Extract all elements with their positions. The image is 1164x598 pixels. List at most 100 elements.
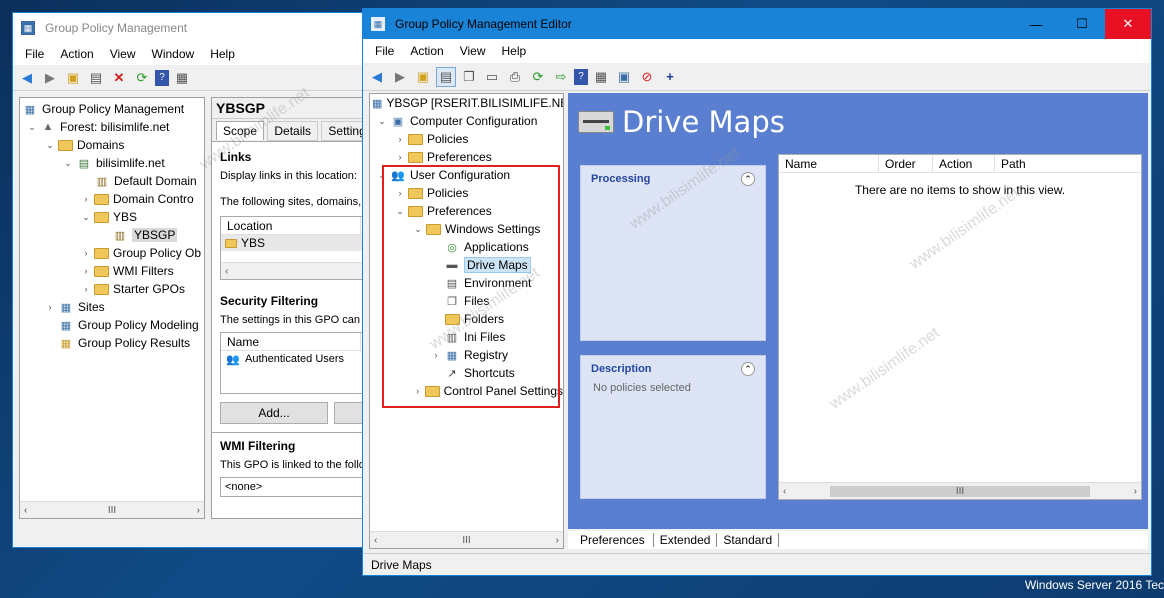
tree-domain[interactable]: ⌄ ▤ bilisimlife.net <box>20 154 204 172</box>
security-row[interactable]: 👥 Authenticated Users <box>221 351 383 367</box>
tab-standard[interactable]: Standard <box>717 533 780 547</box>
add-button[interactable]: Add... <box>220 402 328 424</box>
scroll-right-icon[interactable]: › <box>556 535 559 546</box>
expand-icon[interactable]: › <box>44 301 56 313</box>
tree-default-domain[interactable]: ▥ Default Domain <box>20 172 204 190</box>
tree-ybs[interactable]: ⌄ YBS <box>20 208 204 226</box>
export-icon[interactable]: ⇨ <box>551 67 571 87</box>
scroll-left-icon[interactable]: ‹ <box>783 486 786 497</box>
editor-menu-file[interactable]: File <box>367 44 402 58</box>
editor-menu-action[interactable]: Action <box>402 44 451 58</box>
gpm-menu-window[interactable]: Window <box>144 47 203 61</box>
links-hscroll[interactable]: ‹ <box>221 262 383 279</box>
collapse-icon[interactable]: ⌄ <box>376 115 388 127</box>
close-button[interactable]: ✕ <box>1105 9 1151 39</box>
gpm-tree-hscroll[interactable]: ‹ III › <box>20 501 204 518</box>
gpm-menu-help[interactable]: Help <box>202 47 243 61</box>
delete-icon[interactable]: ✕ <box>109 68 129 88</box>
scroll-right-icon[interactable]: › <box>197 505 200 516</box>
collapse-icon[interactable]: ⌄ <box>62 157 74 169</box>
properties-icon[interactable]: ▦ <box>591 67 611 87</box>
gpm-menu-file[interactable]: File <box>17 47 52 61</box>
minimize-button[interactable]: — <box>1013 9 1059 39</box>
editor-menu-view[interactable]: View <box>452 44 494 58</box>
col-order[interactable]: Order <box>879 155 933 172</box>
tree-cc-preferences[interactable]: › Preferences <box>370 148 563 166</box>
tree-gpm-root[interactable]: ▦ Group Policy Management <box>20 100 204 118</box>
help-icon[interactable]: ? <box>574 68 588 85</box>
collapse-chevron-icon[interactable]: ⌃ <box>741 362 755 376</box>
gpm-menu-action[interactable]: Action <box>52 47 101 61</box>
expand-icon[interactable]: › <box>80 283 92 295</box>
tab-details[interactable]: Details <box>267 121 319 141</box>
editor-titlebar[interactable]: ▦ Group Policy Management Editor — ☐ ✕ <box>363 9 1151 39</box>
name-column-header[interactable]: Name <box>221 333 361 350</box>
gpm-menu-view[interactable]: View <box>102 47 144 61</box>
gpm-titlebar[interactable]: ▦ Group Policy Management <box>13 13 391 43</box>
properties-icon[interactable]: ▦ <box>172 68 192 88</box>
help-icon[interactable]: ? <box>155 69 169 86</box>
refresh-icon[interactable]: ⟳ <box>528 67 548 87</box>
tree-sites[interactable]: › ▦ Sites <box>20 298 204 316</box>
col-path[interactable]: Path <box>995 155 1141 172</box>
expand-icon[interactable]: › <box>80 265 92 277</box>
items-hscroll[interactable]: ‹ III › <box>779 482 1141 499</box>
tree-gp-results[interactable]: ▦ Group Policy Results <box>20 334 204 352</box>
tree-gp-modeling[interactable]: ▦ Group Policy Modeling <box>20 316 204 334</box>
expand-icon[interactable]: › <box>80 193 92 205</box>
tree-domains[interactable]: ⌄ Domains <box>20 136 204 154</box>
refresh-icon[interactable]: ⟳ <box>132 68 152 88</box>
scroll-left-icon[interactable]: ‹ <box>374 535 377 546</box>
tree-forest[interactable]: ⌄ ▲ Forest: bilisimlife.net <box>20 118 204 136</box>
editor-window[interactable]: ▦ Group Policy Management Editor — ☐ ✕ F… <box>362 8 1152 576</box>
editor-menu-help[interactable]: Help <box>494 44 535 58</box>
col-action[interactable]: Action <box>933 155 995 172</box>
collapse-chevron-icon[interactable]: ⌃ <box>741 172 755 186</box>
show-tree-icon[interactable]: ▤ <box>86 68 106 88</box>
forward-arrow-icon[interactable]: ▶ <box>390 67 410 87</box>
collapse-icon[interactable]: ⌄ <box>80 211 92 223</box>
back-arrow-icon[interactable]: ◀ <box>17 68 37 88</box>
col-name[interactable]: Name <box>779 155 879 172</box>
scroll-left-icon[interactable]: ‹ <box>225 266 228 277</box>
forward-arrow-icon[interactable]: ▶ <box>40 68 60 88</box>
add-icon[interactable]: + <box>660 67 680 87</box>
scroll-left-icon[interactable]: ‹ <box>24 505 27 516</box>
tab-preferences[interactable]: Preferences <box>568 533 654 547</box>
up-folder-icon[interactable]: ▣ <box>63 68 83 88</box>
view-icon[interactable]: ▣ <box>614 67 634 87</box>
disable-icon[interactable]: ⊘ <box>637 67 657 87</box>
tree-cc-policies[interactable]: › Policies <box>370 130 563 148</box>
copy-icon[interactable]: ❐ <box>459 67 479 87</box>
scroll-right-icon[interactable]: › <box>1134 486 1137 497</box>
tab-scope[interactable]: Scope <box>216 121 265 140</box>
scroll-thumb-icon[interactable]: III <box>830 485 1090 497</box>
up-folder-icon[interactable]: ▣ <box>413 67 433 87</box>
back-arrow-icon[interactable]: ◀ <box>367 67 387 87</box>
scroll-thumb-icon[interactable]: III <box>462 535 470 546</box>
links-row[interactable]: YBS <box>221 235 383 251</box>
tree-gp-objects[interactable]: › Group Policy Ob <box>20 244 204 262</box>
tree-ybsgp[interactable]: ▥ YBSGP <box>20 226 204 244</box>
scroll-thumb-icon[interactable]: III <box>108 505 116 516</box>
tree-domain-controllers[interactable]: › Domain Contro <box>20 190 204 208</box>
editor-tree-hscroll[interactable]: ‹ III › <box>370 531 563 548</box>
gpm-window[interactable]: ▦ Group Policy Management File Action Vi… <box>12 12 393 548</box>
paste-icon[interactable]: ▭ <box>482 67 502 87</box>
editor-title: Group Policy Management Editor <box>395 17 572 31</box>
print-icon[interactable]: ⎙ <box>505 67 525 87</box>
expand-icon[interactable]: › <box>394 151 406 163</box>
collapse-icon[interactable]: ⌄ <box>44 139 56 151</box>
tree-computer-config[interactable]: ⌄ ▣ Computer Configuration <box>370 112 563 130</box>
show-tree-icon[interactable]: ▤ <box>436 66 456 87</box>
tree-starter-gpos[interactable]: › Starter GPOs <box>20 280 204 298</box>
location-column-header[interactable]: Location <box>221 217 361 234</box>
collapse-icon[interactable]: ⌄ <box>26 121 38 133</box>
expand-icon[interactable]: › <box>80 247 92 259</box>
expand-icon[interactable]: › <box>394 133 406 145</box>
maximize-button[interactable]: ☐ <box>1059 9 1105 39</box>
tree-wmi-filters[interactable]: › WMI Filters <box>20 262 204 280</box>
wmi-select[interactable]: <none> <box>220 477 384 497</box>
tab-extended[interactable]: Extended <box>654 533 718 547</box>
tree-ybsgp-root[interactable]: ▦ YBSGP [RSERIT.BILISIMLIFE.NET <box>370 94 563 112</box>
